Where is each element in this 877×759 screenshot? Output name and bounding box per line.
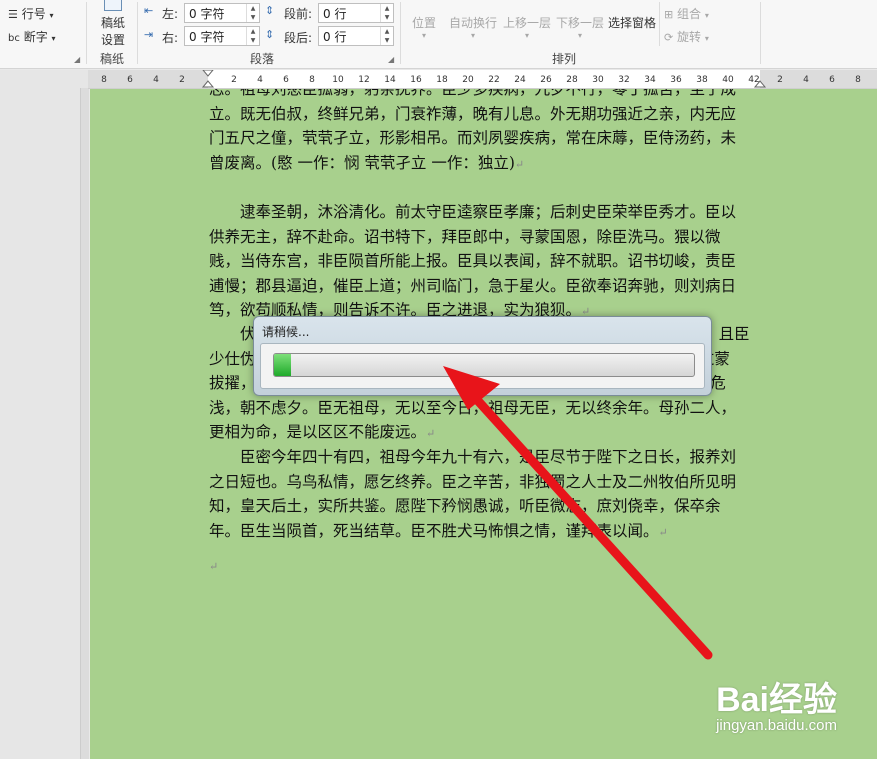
watermark-logo: Bai经验 — [716, 681, 837, 719]
watermark-url: jingyan.baidu.com — [716, 717, 837, 734]
arrow-shaft — [465, 387, 713, 660]
arrow-head — [443, 366, 500, 410]
watermark: Bai经验 jingyan.baidu.com — [716, 672, 837, 734]
annotation-arrow — [443, 366, 713, 660]
